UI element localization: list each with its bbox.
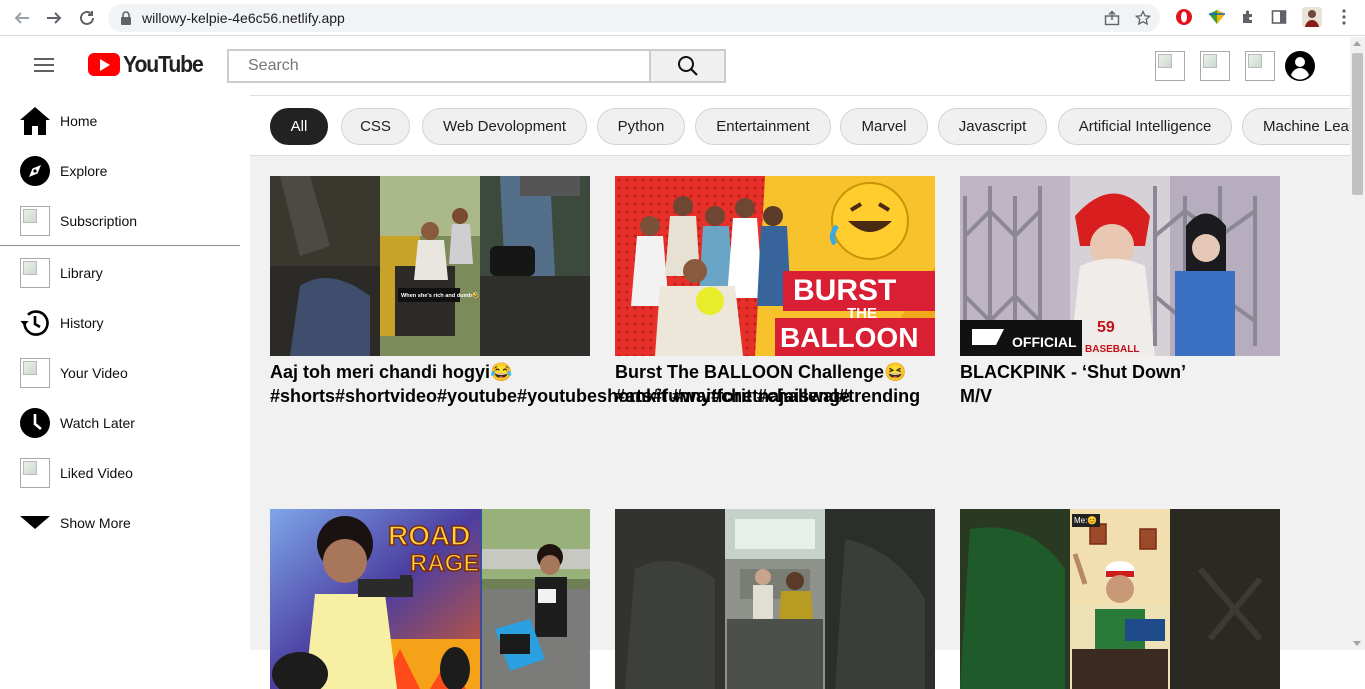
sidebar-item-library[interactable]: Library xyxy=(0,250,240,296)
thumbnail-text-burst: BURST xyxy=(793,274,896,307)
search-input[interactable] xyxy=(229,51,649,81)
scroll-up-icon[interactable] xyxy=(1353,41,1361,46)
forward-icon[interactable] xyxy=(43,7,65,29)
sidebar-item-label: Subscription xyxy=(60,213,138,229)
video-card[interactable]: ROAD RAGE xyxy=(270,509,590,689)
sidebar-item-label: Liked Video xyxy=(60,465,133,481)
video-thumbnail[interactable]: Me:😊 xyxy=(960,509,1280,689)
account-icon[interactable] xyxy=(1284,50,1316,82)
broken-image-icon xyxy=(19,257,51,289)
sidebar-item-label: Explore xyxy=(60,163,108,179)
search-icon xyxy=(677,56,698,76)
lock-icon xyxy=(120,11,132,30)
reload-icon[interactable] xyxy=(76,7,98,29)
thumbnail-caption: Me:😊 xyxy=(1074,516,1097,525)
chip-python[interactable]: Python xyxy=(597,108,685,145)
scrollbar-thumb[interactable] xyxy=(1352,53,1363,195)
thumbnail-caption: When she's rich and dumb🤣 xyxy=(401,291,479,299)
chip-all[interactable]: All xyxy=(270,108,328,145)
home-icon xyxy=(19,105,51,137)
sidebar-item-history[interactable]: History xyxy=(0,300,240,346)
compass-icon xyxy=(19,155,51,187)
sidebar-item-label: Watch Later xyxy=(60,415,135,431)
page-scrollbar[interactable] xyxy=(1350,37,1365,650)
create-video-icon[interactable] xyxy=(1155,51,1185,81)
side-panel-icon[interactable] xyxy=(1269,7,1289,27)
chip-web-development[interactable]: Web Devolopment xyxy=(422,108,587,145)
sidebar-item-label: Your Video xyxy=(60,365,128,381)
video-card[interactable]: 59 BASEBALL OFFICIAL BLACKPINK - ‘Shut D… xyxy=(960,176,1280,408)
chrome-menu-icon[interactable] xyxy=(1334,7,1354,27)
browser-toolbar: willowy-kelpie-4e6c56.netlify.app xyxy=(0,0,1365,36)
thumbnail-jersey-word: BASEBALL xyxy=(1085,344,1139,355)
video-thumbnail[interactable] xyxy=(615,509,935,689)
opera-extension-icon[interactable] xyxy=(1174,7,1194,27)
sidebar-item-home[interactable]: Home xyxy=(0,98,240,144)
apps-icon[interactable] xyxy=(1200,51,1230,81)
broken-image-icon xyxy=(19,205,51,237)
gem-extension-icon[interactable] xyxy=(1207,7,1227,27)
sidebar-item-label: Show More xyxy=(60,515,131,531)
scroll-down-icon[interactable] xyxy=(1353,641,1361,646)
address-bar[interactable]: willowy-kelpie-4e6c56.netlify.app xyxy=(108,4,1160,32)
video-title[interactable]: BLACKPINK - ‘Shut Down’ M/V xyxy=(960,361,1210,408)
notifications-icon[interactable] xyxy=(1245,51,1275,81)
sidebar-item-your-video[interactable]: Your Video xyxy=(0,350,240,396)
chip-entertainment[interactable]: Entertainment xyxy=(695,108,831,145)
video-card[interactable]: When she's rich and dumb🤣 Aaj toh meri c… xyxy=(270,176,920,408)
chip-bar: All CSS Web Devolopment Python Entertain… xyxy=(250,95,1350,156)
share-icon[interactable] xyxy=(1104,10,1120,26)
video-thumbnail[interactable]: ROAD RAGE xyxy=(270,509,590,689)
sidebar-item-label: Home xyxy=(60,113,98,129)
sidebar-item-label: Library xyxy=(60,265,103,281)
chip-artificial-intelligence[interactable]: Artificial Intelligence xyxy=(1058,108,1232,145)
history-icon xyxy=(19,307,51,339)
chip-css[interactable]: CSS xyxy=(341,108,410,145)
broken-image-icon xyxy=(19,357,51,389)
video-thumbnail[interactable]: When she's rich and dumb🤣 xyxy=(270,176,590,356)
thumbnail-text-balloon: BALLOON xyxy=(780,322,918,353)
video-title[interactable]: Burst The BALLOON Challenge😆 #ankit #wai… xyxy=(615,361,960,408)
sidebar-divider xyxy=(0,245,240,246)
sidebar-item-label: History xyxy=(60,315,104,331)
thumbnail-official-badge: OFFICIAL xyxy=(1012,334,1077,350)
video-thumbnail[interactable]: BURST THE BALLOON xyxy=(615,176,935,356)
youtube-logo[interactable]: YouTube xyxy=(88,51,210,78)
caret-down-icon xyxy=(19,507,51,539)
sidebar-item-explore[interactable]: Explore xyxy=(0,148,240,194)
back-icon[interactable] xyxy=(11,7,33,29)
video-title[interactable]: Aaj toh meri chandi hogyi😂 #shorts#short… xyxy=(270,361,920,408)
bookmark-star-icon[interactable] xyxy=(1134,9,1152,26)
sidebar: Home Explore Subscription Library Histor… xyxy=(0,95,250,650)
video-card[interactable]: BURST THE BALLOON Burst The BALLOON Chal… xyxy=(615,176,935,408)
video-thumbnail[interactable]: 59 BASEBALL OFFICIAL xyxy=(960,176,1280,356)
sidebar-item-show-more[interactable]: Show More xyxy=(0,500,240,546)
youtube-play-icon xyxy=(88,53,120,76)
thumbnail-jersey-number: 59 xyxy=(1097,319,1115,336)
video-card[interactable] xyxy=(615,509,935,689)
sidebar-item-watch-later[interactable]: Watch Later xyxy=(0,400,240,446)
masthead: YouTube xyxy=(0,37,1350,95)
chip-javascript[interactable]: Javascript xyxy=(938,108,1047,145)
chip-machine-learning[interactable]: Machine Learning xyxy=(1242,108,1350,145)
hamburger-menu-icon[interactable] xyxy=(34,58,54,72)
thumbnail-text-rage: RAGE xyxy=(410,550,479,577)
search-button[interactable] xyxy=(651,49,726,83)
main-content: All CSS Web Devolopment Python Entertain… xyxy=(250,95,1350,689)
clock-icon xyxy=(19,407,51,439)
search-box xyxy=(227,49,651,83)
url-text: willowy-kelpie-4e6c56.netlify.app xyxy=(142,10,345,26)
video-card[interactable]: Me:😊 xyxy=(960,509,1280,689)
sidebar-item-subscription[interactable]: Subscription xyxy=(0,198,240,244)
youtube-clone-page: YouTube Home Explore Su xyxy=(0,37,1350,689)
broken-image-icon xyxy=(19,457,51,489)
extensions-puzzle-icon[interactable] xyxy=(1238,7,1258,27)
profile-avatar[interactable] xyxy=(1302,7,1322,27)
sidebar-item-liked-video[interactable]: Liked Video xyxy=(0,450,240,496)
thumbnail-text-road: ROAD xyxy=(388,520,470,551)
chip-marvel[interactable]: Marvel xyxy=(840,108,928,145)
logo-text: YouTube xyxy=(123,51,204,77)
